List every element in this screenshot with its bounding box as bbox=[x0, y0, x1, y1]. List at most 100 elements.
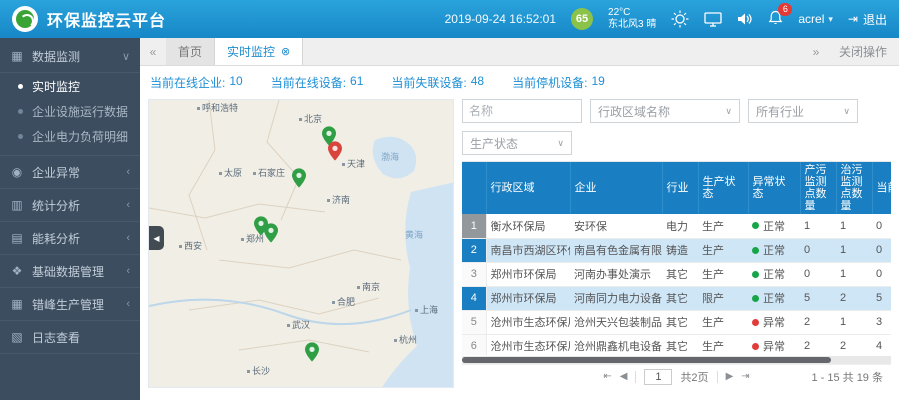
sea-label: 渤海 bbox=[381, 150, 399, 163]
next-page-icon[interactable]: ▶ bbox=[726, 371, 734, 382]
city-dot bbox=[219, 172, 222, 175]
production-status-select[interactable]: 生产状态 ∨ bbox=[462, 131, 572, 155]
chevron-left-icon: ‹ bbox=[126, 199, 130, 211]
status-dot bbox=[752, 319, 759, 326]
energy-chart-icon: ▤ bbox=[10, 231, 24, 245]
map-city-label: 西安 bbox=[179, 239, 202, 252]
tab-scroll-left-icon[interactable]: « bbox=[140, 38, 166, 65]
chevron-left-icon: ‹ bbox=[126, 232, 130, 244]
map-city-label: 合肥 bbox=[332, 295, 355, 308]
row-number-header bbox=[462, 162, 486, 214]
map-pin-zhengzhou-2[interactable] bbox=[264, 223, 278, 243]
logout-label: 退出 bbox=[863, 11, 887, 28]
map-city-label: 长沙 bbox=[247, 364, 270, 377]
map-city-label: 呼和浩特 bbox=[197, 101, 238, 114]
tab-close-icon[interactable]: ⊗ bbox=[281, 45, 290, 58]
city-dot bbox=[327, 199, 330, 202]
table-row[interactable]: 1 衡水环保局 安环保 电力 生产 正常 1 1 0 bbox=[462, 214, 891, 238]
first-page-icon[interactable]: ⇤ bbox=[603, 371, 611, 382]
map-pin-shijiazhuang[interactable] bbox=[292, 168, 306, 188]
city-dot bbox=[247, 370, 250, 373]
city-dot bbox=[241, 238, 244, 241]
chevron-left-icon: ‹ bbox=[126, 166, 130, 178]
map-pin-changsha[interactable] bbox=[305, 342, 319, 362]
stat-lost-devices: 当前失联设备:48 bbox=[391, 74, 484, 91]
status-dot bbox=[752, 247, 759, 254]
chevron-down-icon: ▾ bbox=[828, 14, 833, 25]
map-city-label: 武汉 bbox=[287, 318, 310, 331]
tab-realtime-monitoring[interactable]: 实时监控 ⊗ bbox=[215, 38, 303, 65]
map-city-label: 杭州 bbox=[394, 333, 417, 346]
sidebar-item-enterprise-abnormal[interactable]: ◉ 企业异常 ‹ bbox=[0, 156, 140, 189]
sidebar-item-data-monitoring[interactable]: ▦ 数据监测 ∨ bbox=[0, 40, 140, 73]
monitor-icon[interactable] bbox=[704, 12, 722, 27]
map-city-label: 济南 bbox=[327, 193, 350, 206]
log-document-icon: ▧ bbox=[10, 330, 24, 344]
calendar-icon: ▦ bbox=[10, 297, 24, 311]
city-dot bbox=[197, 107, 200, 110]
map-city-label: 北京 bbox=[299, 112, 322, 125]
filter-bar: 行政区域名称 ∨ 所有行业 ∨ 生产状态 ∨ bbox=[462, 99, 891, 155]
map-pin-tianjin[interactable] bbox=[328, 141, 342, 161]
aqi-badge: 65 bbox=[571, 8, 593, 30]
sidebar-item-basic-data[interactable]: ❖ 基础数据管理 ‹ bbox=[0, 255, 140, 288]
user-menu[interactable]: acrel ▾ bbox=[798, 12, 833, 26]
map-city-label: 上海 bbox=[415, 303, 438, 316]
weather-sun-icon bbox=[671, 10, 689, 28]
city-dot bbox=[332, 301, 335, 304]
table-row[interactable]: 2 南昌市西湖区环保 南昌有色金属有限 铸造 生产 正常 0 1 0 bbox=[462, 238, 891, 262]
sidebar-item-power-load-detail[interactable]: 企业电力负荷明细 bbox=[0, 124, 140, 149]
map-city-label: 太原 bbox=[219, 166, 242, 179]
table-row[interactable]: 5 沧州市生态环保局 沧州天兴包装制品 其它 生产 异常 2 1 3 bbox=[462, 310, 891, 334]
map-city-label: 南京 bbox=[357, 280, 380, 293]
horizontal-scrollbar-thumb[interactable] bbox=[462, 357, 831, 363]
wind-condition: 东北风3 晴 bbox=[608, 19, 656, 31]
status-dot bbox=[752, 271, 759, 278]
status-dot bbox=[752, 343, 759, 350]
app-header: 环保监控云平台 2019-09-24 16:52:01 65 22°C 东北风3… bbox=[0, 0, 899, 38]
sidebar-item-statistics[interactable]: ▥ 统计分析 ‹ bbox=[0, 189, 140, 222]
map-panel[interactable]: 呼和浩特北京天津太原石家庄济南西安郑州南京合肥上海武汉杭州长沙渤海黄海 ◀ bbox=[148, 99, 454, 388]
datetime: 2019-09-24 16:52:01 bbox=[445, 12, 556, 26]
sidebar-item-facility-data[interactable]: 企业设施运行数据 bbox=[0, 99, 140, 124]
sidebar-item-log-view[interactable]: ▧ 日志查看 bbox=[0, 321, 140, 354]
map-city-label: 石家庄 bbox=[253, 166, 285, 179]
speaker-icon[interactable] bbox=[737, 12, 753, 26]
table-row[interactable]: 3 郑州市环保局 河南办事处演示 其它 生产 正常 0 1 0 bbox=[462, 262, 891, 286]
page-number-input[interactable] bbox=[644, 369, 672, 385]
tab-home[interactable]: 首页 bbox=[166, 38, 215, 65]
sidebar-item-offpeak-production[interactable]: ▦ 错峰生产管理 ‹ bbox=[0, 288, 140, 321]
map-collapse-button[interactable]: ◀ bbox=[149, 226, 164, 250]
app-logo-icon bbox=[12, 6, 38, 32]
map-city-label: 天津 bbox=[342, 157, 365, 170]
weather-block: 22°C 东北风3 晴 bbox=[608, 7, 656, 31]
city-dot bbox=[415, 309, 418, 312]
table-header-row: 行政区域 企业 行业 生产状态 异常状态 产污监测点数量 治污监测点数量 当前运… bbox=[462, 162, 891, 214]
sidebar-item-realtime-monitoring[interactable]: 实时监控 bbox=[0, 74, 140, 99]
chevron-down-icon: ∨ bbox=[122, 50, 130, 63]
horizontal-scrollbar-track[interactable] bbox=[462, 356, 891, 364]
city-dot bbox=[287, 324, 290, 327]
status-dot bbox=[752, 222, 759, 229]
table-row[interactable]: 6 沧州市生态环保局 沧州鼎鑫机电设备 其它 生产 异常 2 2 4 bbox=[462, 334, 891, 355]
app-title: 环保监控云平台 bbox=[47, 7, 166, 31]
region-select[interactable]: 行政区域名称 ∨ bbox=[590, 99, 740, 123]
close-operations-button[interactable]: 关闭操作 bbox=[839, 43, 887, 60]
chevron-left-icon: ‹ bbox=[126, 265, 130, 277]
table-row[interactable]: 4 郑州市环保局 河南同力电力设备 其它 限产 正常 5 2 5 bbox=[462, 286, 891, 310]
tab-bar: « 首页 实时监控 ⊗ » 关闭操作 bbox=[140, 38, 899, 66]
tab-scroll-right-icon[interactable]: » bbox=[803, 45, 829, 59]
prev-page-icon[interactable]: ◀ bbox=[620, 371, 628, 382]
industry-select[interactable]: 所有行业 ∨ bbox=[748, 99, 858, 123]
last-page-icon[interactable]: ⇥ bbox=[741, 371, 749, 382]
temperature: 22°C bbox=[608, 7, 656, 19]
sidebar-item-energy-analysis[interactable]: ▤ 能耗分析 ‹ bbox=[0, 222, 140, 255]
alert-icon: ◉ bbox=[10, 165, 24, 179]
status-summary: 当前在线企业:10 当前在线设备:61 当前失联设备:48 当前停机设备:19 bbox=[148, 72, 891, 99]
notification-bell-icon[interactable]: 6 bbox=[768, 10, 783, 29]
chevron-down-icon: ∨ bbox=[725, 106, 732, 117]
city-dot bbox=[253, 172, 256, 175]
logout-button[interactable]: ⇥ 退出 bbox=[848, 11, 887, 28]
name-search-input[interactable] bbox=[462, 99, 582, 123]
stat-online-devices: 当前在线设备:61 bbox=[271, 74, 364, 91]
